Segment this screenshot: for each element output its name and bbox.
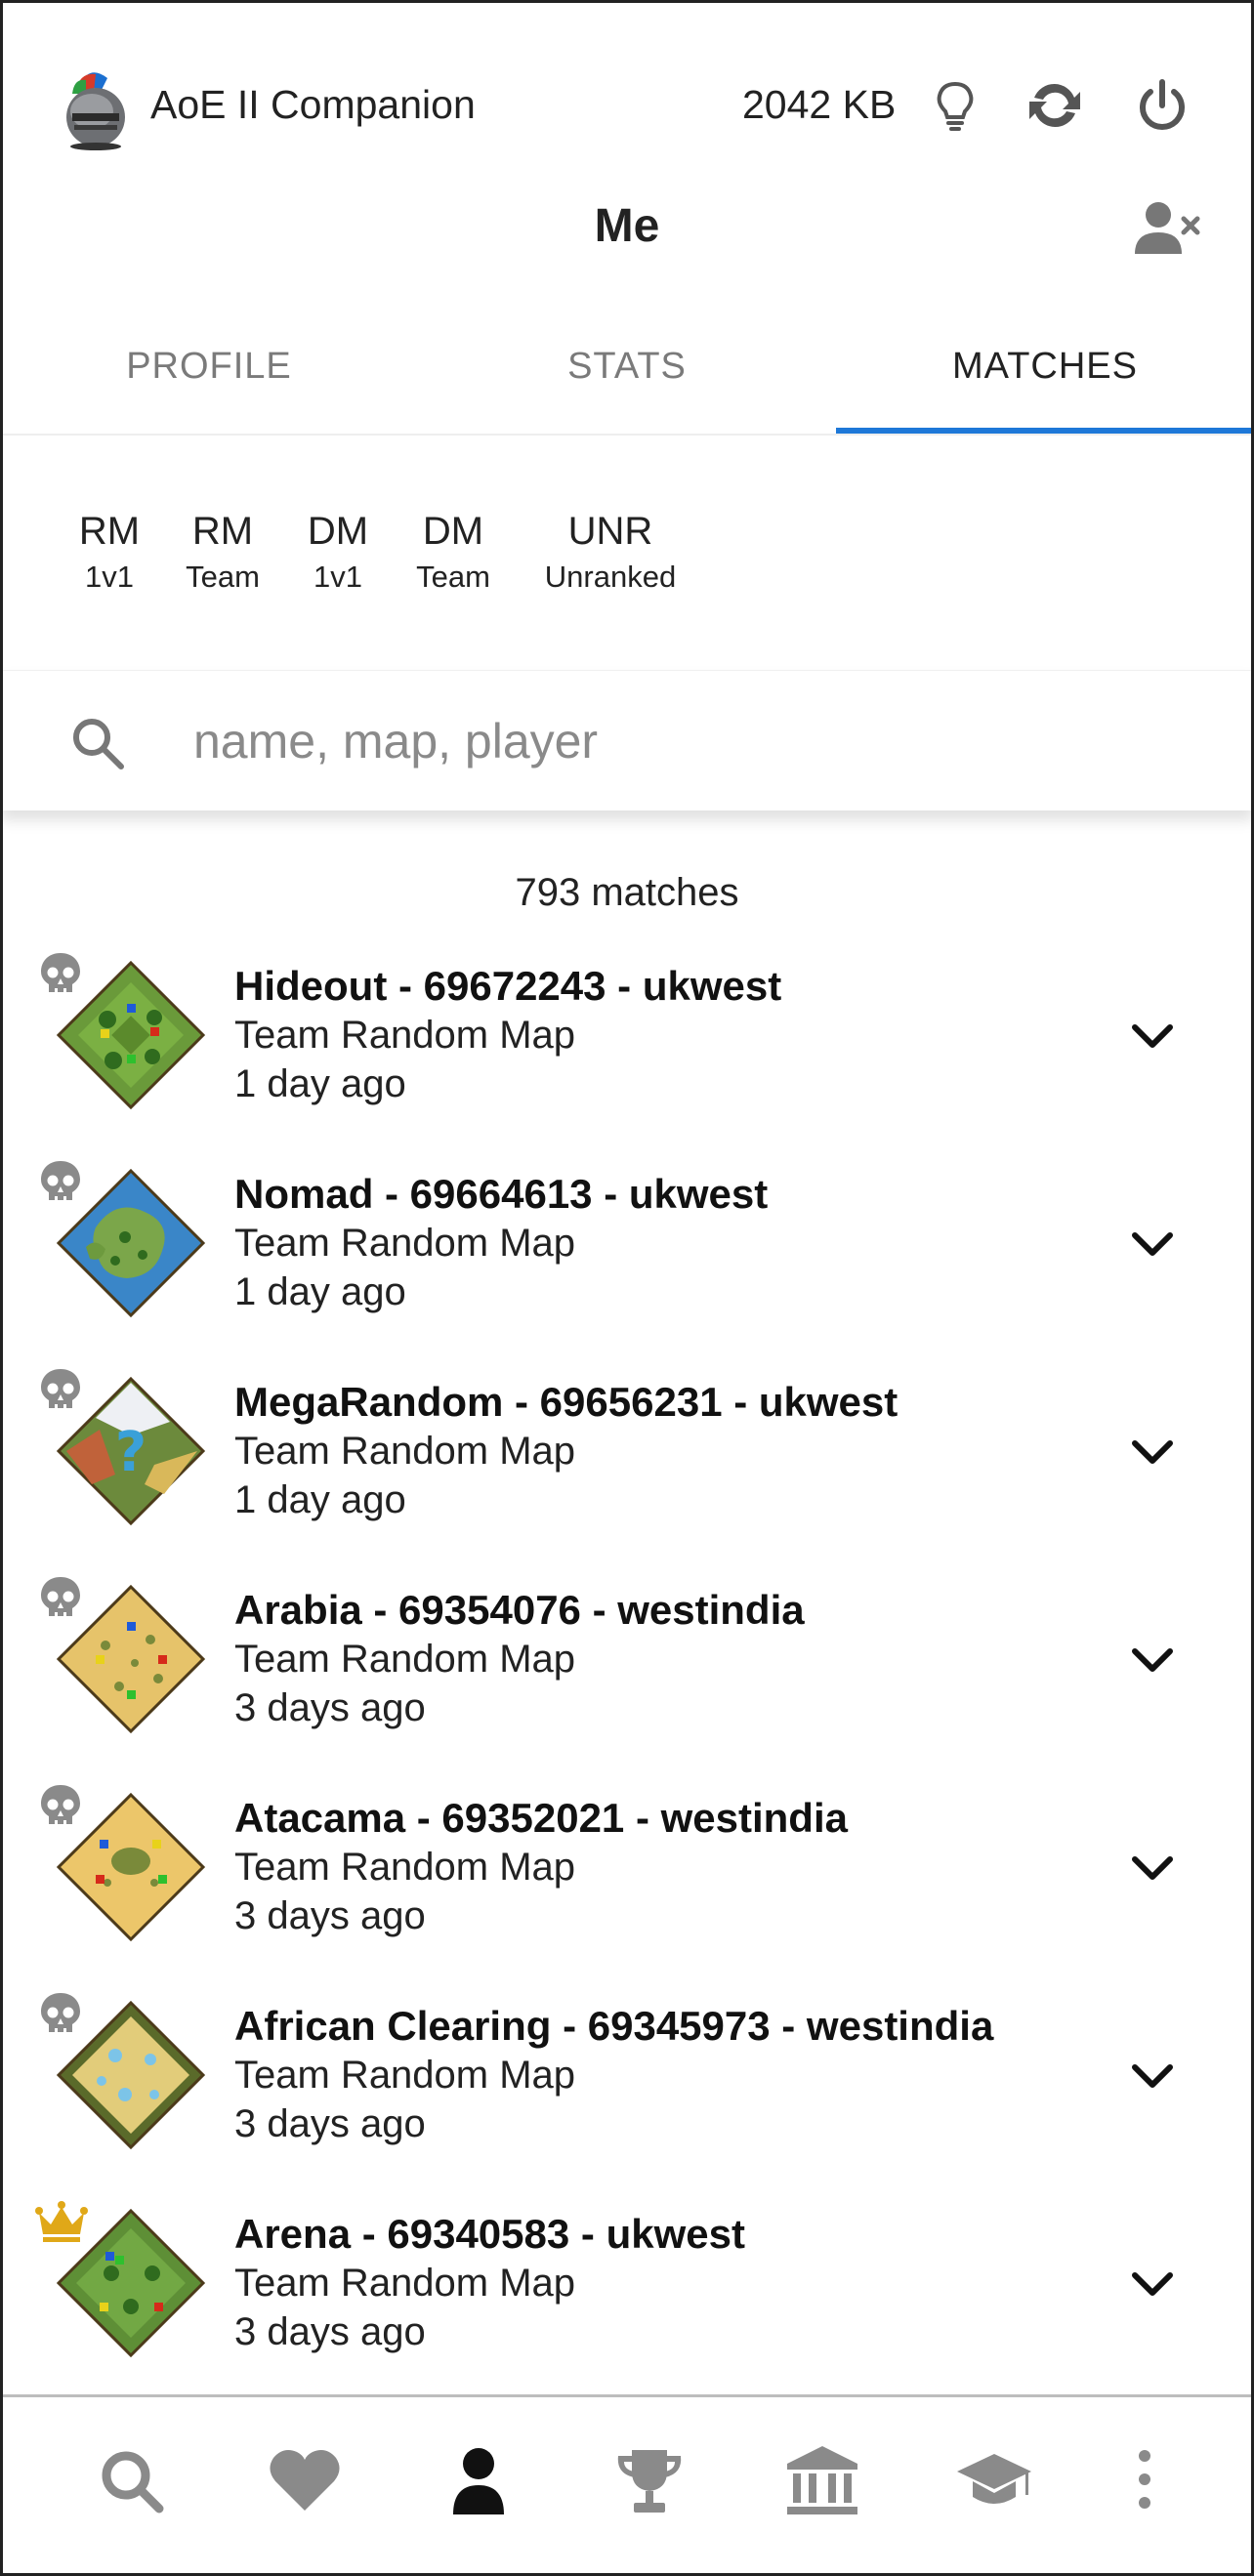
- match-row[interactable]: Arena - 69340583 - ukwest Team Random Ma…: [0, 2185, 1254, 2393]
- match-row[interactable]: Arabia - 69354076 - westindia Team Rando…: [0, 1561, 1254, 1769]
- megarandom-map-icon: ?: [56, 1376, 206, 1526]
- match-row[interactable]: Atacama - 69352021 - westindia Team Rand…: [0, 1769, 1254, 1977]
- app-bar: AoE II Companion 2042 KB: [0, 0, 1254, 195]
- chevron-down-icon[interactable]: [1123, 1422, 1182, 1480]
- heart-icon[interactable]: [266, 2442, 344, 2520]
- hideout-map-icon: [56, 960, 206, 1110]
- active-tab-indicator: [836, 428, 1254, 434]
- matches-count: 793 matches: [515, 871, 739, 914]
- match-title: Nomad - 69664613 - ukwest: [234, 1171, 769, 1217]
- filter-unranked[interactable]: UNR Unranked: [535, 510, 686, 595]
- graduation-cap-icon[interactable]: [955, 2442, 1033, 2520]
- match-time: 3 days ago: [234, 1894, 426, 1937]
- chevron-down-icon[interactable]: [1123, 2046, 1182, 2104]
- chevron-down-icon[interactable]: [1123, 1006, 1182, 1064]
- tab-profile[interactable]: PROFILE: [0, 346, 418, 388]
- match-type: Team Random Map: [234, 1846, 576, 1889]
- tab-matches[interactable]: MATCHES: [836, 346, 1254, 388]
- match-title: Arabia - 69354076 - westindia: [234, 1587, 805, 1633]
- tab-bar: PROFILE STATS MATCHES: [0, 322, 1254, 436]
- match-title: Hideout - 69672243 - ukwest: [234, 963, 782, 1009]
- match-title: African Clearing - 69345973 - westindia: [234, 2003, 994, 2049]
- svg-text:?: ?: [115, 1421, 146, 1484]
- app-title: AoE II Companion: [150, 82, 476, 127]
- chevron-down-icon[interactable]: [1123, 1838, 1182, 1896]
- tab-stats[interactable]: STATS: [418, 346, 836, 388]
- match-time: 3 days ago: [234, 2310, 426, 2353]
- match-type: Team Random Map: [234, 2262, 576, 2305]
- arabia-map-icon: [56, 1584, 206, 1734]
- refresh-icon[interactable]: [1025, 76, 1084, 135]
- match-title: Atacama - 69352021 - westindia: [234, 1795, 848, 1841]
- filter-sublabel: 1v1: [314, 560, 362, 594]
- match-type: Team Random Map: [234, 1430, 576, 1473]
- trophy-icon[interactable]: [610, 2442, 689, 2520]
- filter-label: RM: [78, 510, 141, 553]
- bottom-navigation: [0, 2394, 1254, 2576]
- match-title: Arena - 69340583 - ukwest: [234, 2211, 745, 2257]
- page-title: Me: [594, 200, 660, 252]
- match-time: 1 day ago: [234, 1270, 406, 1313]
- match-time: 3 days ago: [234, 1686, 426, 1729]
- match-row[interactable]: Nomad - 69664613 - ukwest Team Random Ma…: [0, 1145, 1254, 1353]
- remove-user-icon[interactable]: [1133, 199, 1201, 258]
- lightbulb-icon[interactable]: [926, 76, 984, 135]
- match-row[interactable]: Hideout - 69672243 - ukwest Team Random …: [0, 937, 1254, 1145]
- filter-label: UNR: [567, 510, 653, 553]
- match-title: MegaRandom - 69656231 - ukwest: [234, 1379, 899, 1425]
- search-bar: [0, 670, 1254, 810]
- filter-rm-team[interactable]: RM Team: [182, 510, 264, 595]
- match-time: 1 day ago: [234, 1062, 406, 1105]
- chevron-down-icon[interactable]: [1123, 1630, 1182, 1688]
- filter-dm-1v1[interactable]: DM 1v1: [303, 510, 373, 595]
- match-type: Team Random Map: [234, 1638, 576, 1681]
- chevron-down-icon[interactable]: [1123, 1214, 1182, 1272]
- atacama-map-icon: [56, 1792, 206, 1942]
- filter-rm-1v1[interactable]: RM 1v1: [76, 510, 143, 595]
- filter-dm-team[interactable]: DM Team: [412, 510, 494, 595]
- search-icon: [68, 714, 127, 772]
- match-time: 3 days ago: [234, 2102, 426, 2145]
- match-type: Team Random Map: [234, 1014, 576, 1057]
- filter-label: RM: [191, 510, 254, 553]
- leaderboard-filters: RM 1v1 RM Team DM 1v1 DM Team UNR Unrank…: [0, 436, 1254, 670]
- helmet-logo-icon: [51, 64, 139, 152]
- more-vertical-icon[interactable]: [1106, 2442, 1184, 2520]
- filter-label: DM: [307, 510, 369, 553]
- filter-sublabel: 1v1: [85, 560, 134, 594]
- filter-label: DM: [422, 510, 484, 553]
- african-clearing-map-icon: [56, 2000, 206, 2150]
- search-input[interactable]: [193, 702, 1170, 780]
- match-type: Team Random Map: [234, 1222, 576, 1265]
- museum-icon[interactable]: [783, 2442, 861, 2520]
- filter-sublabel: Team: [416, 560, 490, 594]
- storage-size: 2042 KB: [742, 82, 897, 127]
- arena-map-icon: [56, 2208, 206, 2358]
- match-type: Team Random Map: [234, 2054, 576, 2097]
- search-icon[interactable]: [93, 2442, 171, 2520]
- match-row[interactable]: ? MegaRandom - 69656231 - ukwest Team Ra…: [0, 1353, 1254, 1561]
- person-icon[interactable]: [439, 2442, 518, 2520]
- match-time: 1 day ago: [234, 1478, 406, 1521]
- match-row[interactable]: African Clearing - 69345973 - westindia …: [0, 1977, 1254, 2185]
- nomad-map-icon: [56, 1168, 206, 1318]
- chevron-down-icon[interactable]: [1123, 2254, 1182, 2312]
- filter-sublabel: Unranked: [544, 560, 677, 594]
- power-icon[interactable]: [1133, 76, 1191, 135]
- filter-sublabel: Team: [186, 560, 260, 594]
